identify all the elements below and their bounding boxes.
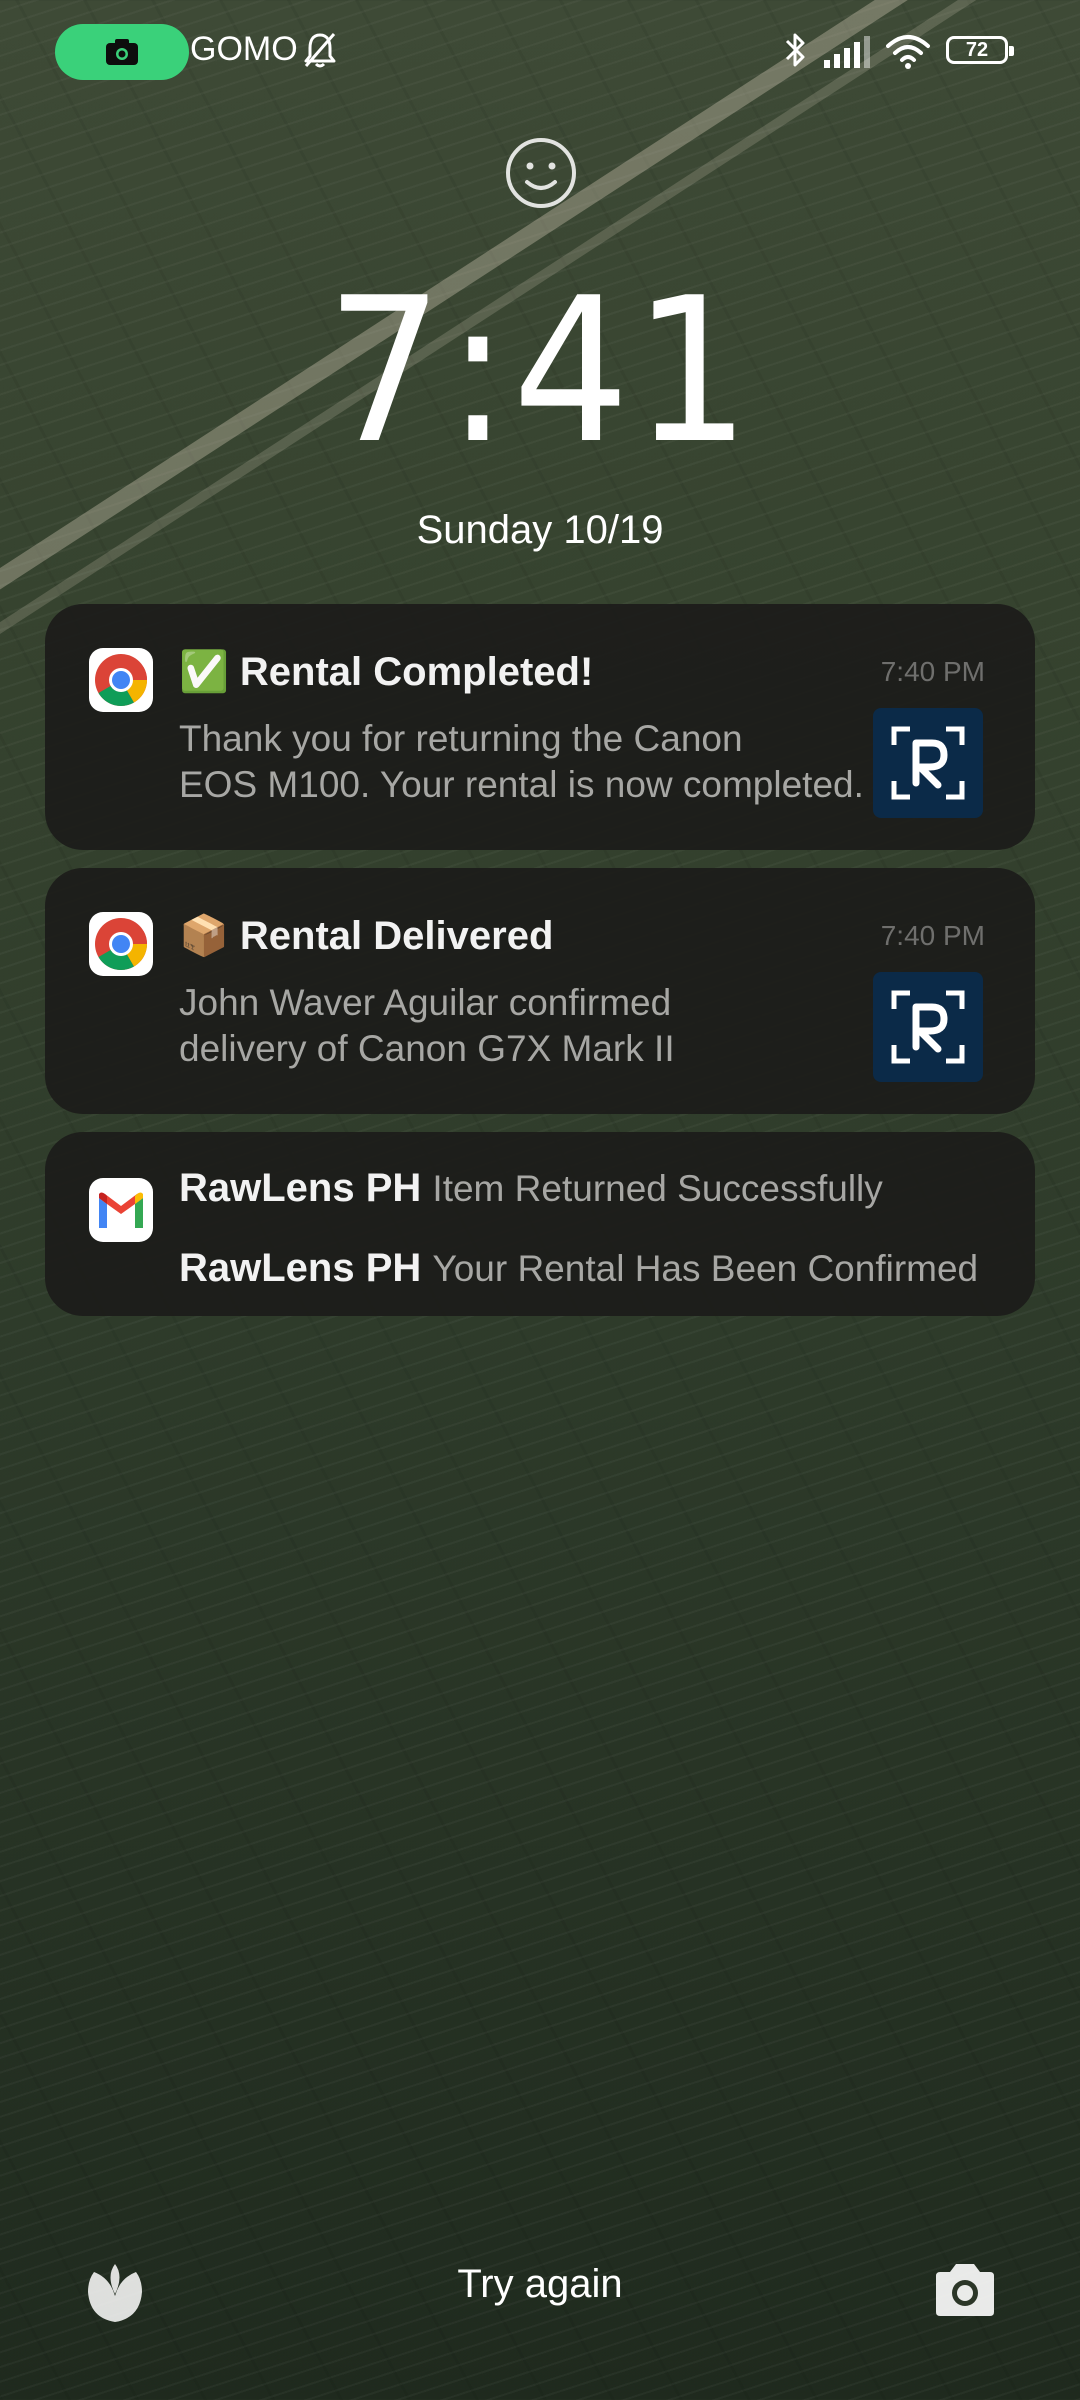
- notification-body-line1: Thank you for returning the Canon: [179, 718, 743, 759]
- mail-item: RawLens PH Your Rental Has Been Confirme…: [179, 1246, 999, 1291]
- notification-rental-completed[interactable]: ✅ Rental Completed! 7:40 PM Thank you fo…: [45, 604, 1035, 850]
- unlock-hint: Try again: [457, 2262, 623, 2306]
- bluetooth-icon: [785, 33, 805, 67]
- rawlens-logo: [873, 708, 983, 818]
- carrier-name: GOMO: [190, 30, 298, 68]
- wifi-icon: [886, 35, 930, 69]
- notification-body-line2: EOS M100. Your rental is now completed.: [179, 764, 864, 805]
- gmail-icon: [89, 1178, 153, 1242]
- notification-time: 7:40 PM: [880, 656, 985, 687]
- mail-sender: RawLens PH: [179, 1246, 422, 1290]
- rawlens-logo: [873, 972, 983, 1082]
- notification-rental-delivered[interactable]: 📦 Rental Delivered 7:40 PM John Waver Ag…: [45, 868, 1035, 1114]
- mail-subject: Your Rental Has Been Confirmed: [432, 1248, 979, 1289]
- mail-sender: RawLens PH: [179, 1166, 422, 1210]
- notification-body-line1: John Waver Aguilar confirmed: [179, 982, 672, 1023]
- camera-icon[interactable]: [932, 2262, 998, 2318]
- face-unlock-icon[interactable]: [504, 136, 578, 210]
- camera-record-icon: [106, 39, 138, 65]
- lock-date: Sunday 10/19: [416, 508, 664, 552]
- notification-title: 📦 Rental Delivered: [179, 914, 554, 958]
- notification-title: ✅ Rental Completed!: [179, 650, 594, 694]
- bell-off-icon: [304, 33, 336, 68]
- mail-subject: Item Returned Successfully: [432, 1168, 883, 1209]
- screen-record-pill[interactable]: [55, 24, 189, 80]
- notification-time: 7:40 PM: [880, 920, 985, 951]
- cellular-signal-icon: [824, 36, 870, 68]
- battery-indicator: 72: [946, 36, 1014, 64]
- status-bar: GOMO 72: [0, 22, 1080, 82]
- notification-gmail[interactable]: RawLens PH Item Returned Successfully Ra…: [45, 1132, 1035, 1316]
- notification-body-line2: delivery of Canon G7X Mark II: [179, 1028, 675, 1069]
- chrome-icon: [89, 912, 153, 976]
- mail-item: RawLens PH Item Returned Successfully: [179, 1166, 999, 1211]
- lock-clock: 7:41: [326, 255, 754, 488]
- chrome-icon: [89, 648, 153, 712]
